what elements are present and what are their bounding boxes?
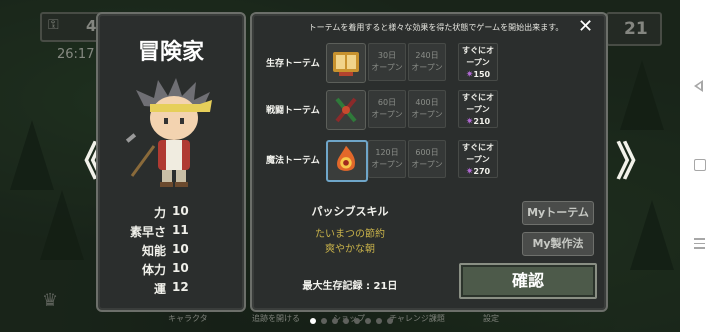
- page-dot: [365, 318, 371, 324]
- stat-label: 知能: [141, 244, 166, 258]
- stat-agility: 素早さ 11: [98, 223, 244, 242]
- axe-totem-icon[interactable]: [326, 90, 366, 130]
- passive-skill-title: パッシブスキル: [311, 205, 389, 218]
- flame-totem-icon[interactable]: [326, 140, 368, 182]
- menu-icon[interactable]: [694, 238, 705, 252]
- gem-cost: 270: [473, 167, 491, 176]
- back-icon-inner: [697, 83, 701, 89]
- confirm-button[interactable]: 確認: [459, 263, 597, 299]
- totem-row-survival: 生存トーテム 30日 オープン 240日 オープン すぐにオ ープン ✷150: [262, 43, 502, 85]
- open-600-days-option[interactable]: 600日 オープン: [408, 140, 446, 178]
- next-character-arrow[interactable]: 》: [616, 142, 656, 182]
- stat-value: 10: [172, 204, 189, 218]
- option-days: 600日: [415, 148, 439, 157]
- character-panel: 冒険家 力 10 素早さ 11 知能 10 体力 10 運 12: [96, 12, 246, 312]
- open-30-days-option[interactable]: 30日 オープン: [368, 43, 406, 81]
- open-now-label: すぐにオ: [462, 46, 494, 55]
- option-days: 60日: [377, 98, 397, 107]
- passive-skill-item: 爽やかな朝: [325, 244, 375, 255]
- stat-value: 12: [172, 280, 189, 294]
- open-now-label: すぐにオ: [462, 143, 494, 152]
- option-open-label: オープン: [371, 63, 403, 72]
- stat-label: 運: [153, 282, 166, 296]
- option-open-label: オープン: [411, 160, 443, 169]
- option-days: 30日: [377, 51, 397, 60]
- open-now-option[interactable]: すぐにオ ープン ✷270: [458, 140, 498, 178]
- adventurer-avatar: [125, 78, 212, 187]
- stat-label: 素早さ: [129, 225, 166, 239]
- open-240-days-option[interactable]: 240日 オープン: [408, 43, 446, 81]
- option-open-label: オープン: [371, 160, 403, 169]
- page-dot: [354, 318, 360, 324]
- totem-label: 生存トーテム: [266, 59, 320, 69]
- open-now-option[interactable]: すぐにオ ープン ✷150: [458, 43, 498, 81]
- totem-row-magic: 魔法トーテム 120日 オープン 600日 オープン すぐにオ ープン ✷270: [262, 140, 502, 182]
- page-dot: [376, 318, 382, 324]
- open-now-label-2: ープン: [466, 105, 490, 114]
- gem-cost: 210: [473, 117, 491, 126]
- open-now-label: すぐにオ: [462, 93, 494, 102]
- totem-row-combat: 戦闘トーテム 60日 オープン 400日 オープン すぐにオ ープン ✷210: [262, 90, 502, 132]
- stat-label: 体力: [141, 263, 166, 277]
- home-icon[interactable]: [694, 159, 706, 171]
- stat-label: 力: [153, 206, 166, 220]
- totem-info-text: トーテムを着用すると様々な効果を得た状態でゲームを開始出来ます。: [308, 23, 564, 32]
- page-dot: [321, 318, 327, 324]
- option-days: 240日: [415, 51, 439, 60]
- gem-cost: 150: [473, 70, 491, 79]
- page-dot-active: [310, 318, 316, 324]
- option-open-label: オープン: [411, 110, 443, 119]
- my-totem-button[interactable]: Myトーテム: [522, 201, 594, 225]
- stat-stamina: 体力 10: [98, 261, 244, 280]
- open-now-option[interactable]: すぐにオ ープン ✷210: [458, 90, 498, 128]
- close-button[interactable]: ✕: [578, 16, 593, 37]
- totem-label: 魔法トーテム: [266, 156, 320, 166]
- option-days: 400日: [415, 98, 439, 107]
- stat-value: 11: [172, 223, 189, 237]
- option-open-label: オープン: [411, 63, 443, 72]
- stat-value: 10: [172, 242, 189, 256]
- max-survival-record: 最大生存記録 : 21日: [302, 281, 398, 292]
- page-dot: [343, 318, 349, 324]
- open-120-days-option[interactable]: 120日 オープン: [368, 140, 406, 178]
- page-dot: [332, 318, 338, 324]
- stat-luck: 運 12: [98, 280, 244, 299]
- open-400-days-option[interactable]: 400日 オープン: [408, 90, 446, 128]
- page-dot: [387, 318, 393, 324]
- open-now-label-2: ープン: [466, 58, 490, 67]
- character-name: 冒険家: [137, 40, 204, 65]
- open-60-days-option[interactable]: 60日 オープン: [368, 90, 406, 128]
- book-totem-icon[interactable]: [326, 43, 366, 83]
- stat-strength: 力 10: [98, 204, 244, 223]
- stat-intelligence: 知能 10: [98, 242, 244, 261]
- my-crafting-button[interactable]: My製作法: [522, 232, 594, 256]
- totem-label: 戦闘トーテム: [266, 106, 320, 116]
- stats-list: 力 10 素早さ 11 知能 10 体力 10 運 12: [98, 204, 244, 299]
- stat-value: 10: [172, 261, 189, 275]
- passive-skill-item: たいまつの節約: [315, 229, 385, 240]
- open-now-label-2: ープン: [466, 155, 490, 164]
- option-open-label: オープン: [371, 110, 403, 119]
- option-days: 120日: [375, 148, 399, 157]
